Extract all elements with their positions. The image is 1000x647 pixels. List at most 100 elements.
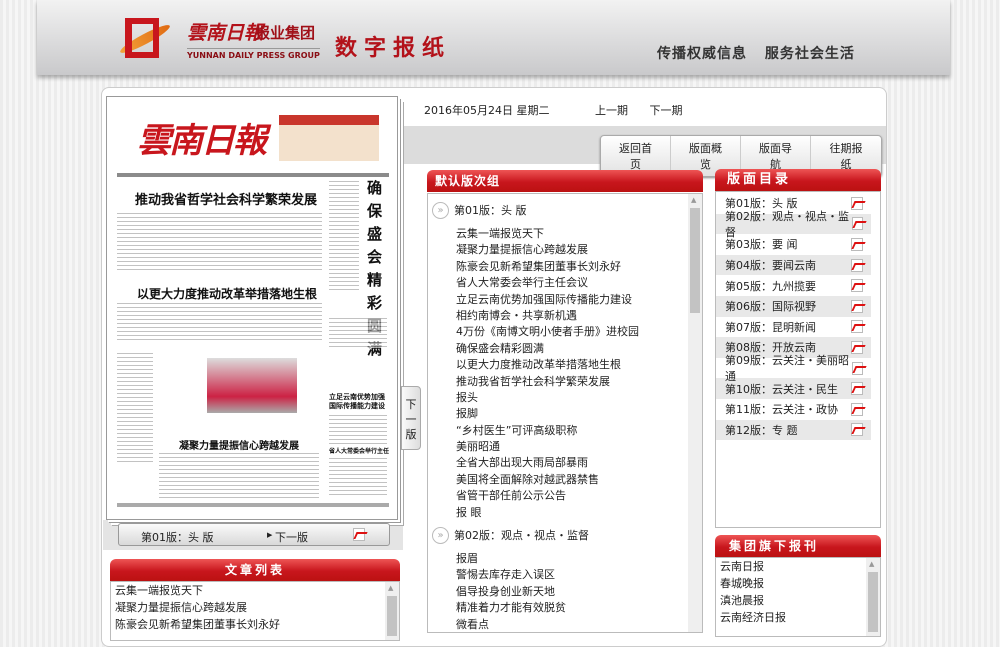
text-block bbox=[329, 181, 359, 291]
news-photo bbox=[207, 358, 297, 413]
current-page-label: 第01版：头 版 bbox=[141, 531, 214, 544]
page-index-item[interactable]: 第09版：云关注・美丽昭通 bbox=[716, 354, 871, 383]
newspaper-page-preview[interactable]: 雲南日報 推动我省哲学社会科学繁荣发展 以更大力度推动改革举措落地生根 确保盛会… bbox=[106, 96, 398, 520]
site-title: 数字报纸 bbox=[335, 35, 452, 61]
toolbar: 返回首页 版面概览 版面导航 往期报纸 bbox=[404, 126, 886, 177]
article-link[interactable]: 报 眼 bbox=[428, 505, 702, 521]
page-label: 第02版：观点・视点・监督 bbox=[725, 209, 849, 239]
group-papers-header: 集团旗下报刊 bbox=[715, 535, 881, 557]
next-page-tab[interactable]: 下一版 bbox=[401, 386, 421, 450]
page-label: 第07版：昆明新闻 bbox=[725, 320, 816, 334]
pdf-icon[interactable] bbox=[851, 382, 863, 396]
section-header[interactable]: » 第01版：头 版 bbox=[432, 200, 702, 220]
group-papers-list: 云南日报 春城晚报 滇池晨报 云南经济日报 ▲ bbox=[715, 557, 881, 637]
text-block bbox=[329, 318, 387, 348]
article-list-item[interactable]: 陈豪会见新希望集团董事长刘永好 bbox=[111, 616, 399, 633]
group-paper-link[interactable]: 春城晚报 bbox=[716, 575, 880, 592]
pdf-icon[interactable] bbox=[851, 299, 863, 313]
default-group-list: » 第01版：头 版云集一端报览天下 凝聚力量提振信心跨越发展 陈豪会见新希望集团董事… bbox=[427, 193, 703, 633]
group-paper-link[interactable]: 云南日报 bbox=[716, 558, 880, 575]
group-paper-link[interactable]: 滇池晨报 bbox=[716, 592, 880, 609]
site-header: 雲南日報 报业集团 YUNNAN DAILY PRESS GROUP 数字报纸 … bbox=[37, 0, 950, 75]
page-label: 第10版：云关注・民生 bbox=[725, 382, 838, 396]
article-link[interactable]: 省管干部任前公示公告 bbox=[428, 488, 702, 504]
article-list-item[interactable]: 云集一端报览天下 bbox=[111, 582, 399, 599]
pdf-icon[interactable] bbox=[851, 340, 863, 354]
scrollbar[interactable]: ▲ bbox=[385, 582, 399, 640]
page-index-item[interactable]: 第04版：要闻云南 bbox=[716, 254, 871, 276]
page-label: 第11版：云关注・政协 bbox=[725, 403, 838, 417]
masthead: 雲南日報 bbox=[137, 121, 267, 161]
page-label: 第04版：要闻云南 bbox=[725, 259, 816, 273]
article-link[interactable]: 陈豪会见新希望集团董事长刘永好 bbox=[428, 259, 702, 275]
text-block bbox=[117, 303, 322, 343]
article-link[interactable]: 全省大部出现大雨局部暴雨 bbox=[428, 455, 702, 471]
article-link[interactable]: 4万份《南博文明小使者手册》进校园 bbox=[428, 324, 702, 340]
logo-english: YUNNAN DAILY PRESS GROUP bbox=[187, 48, 320, 60]
article-link[interactable]: 相约南博会・共享新机遇 bbox=[428, 308, 702, 324]
article-link[interactable]: 美丽昭通 bbox=[428, 439, 702, 455]
pdf-icon[interactable] bbox=[851, 217, 863, 231]
page-bar: 第01版：头 版 ▶ 下一版 bbox=[118, 523, 390, 546]
article-link[interactable]: 推动我省哲学社会科学繁荣发展 bbox=[428, 374, 702, 390]
pdf-icon[interactable] bbox=[851, 320, 863, 334]
page-label: 第09版：云关注・美丽昭通 bbox=[725, 354, 849, 384]
article-link[interactable]: “乡村医生”可评高级职称 bbox=[428, 423, 702, 439]
issue-nav: 2016年05月24日 星期二 上一期 下一期 bbox=[424, 102, 713, 118]
page-label: 第03版：要 闻 bbox=[725, 238, 798, 252]
logo-name: 雲南日報 bbox=[187, 22, 264, 44]
play-icon: ▶ bbox=[267, 531, 273, 539]
article-link[interactable]: 确保盛会精彩圆满 bbox=[428, 341, 702, 357]
preview-headline[interactable]: 凝聚力量提振信心跨越发展 bbox=[179, 437, 299, 452]
preview-headline[interactable]: 推动我省哲学社会科学繁荣发展 bbox=[135, 189, 317, 208]
scrollbar[interactable]: ▲ bbox=[866, 558, 880, 636]
default-group-header: 默认版次组 bbox=[427, 170, 703, 192]
page-label: 第12版：专 题 bbox=[725, 423, 798, 437]
page-index-header: 版面目录 bbox=[715, 169, 881, 191]
article-list-header: 文章列表 bbox=[110, 559, 400, 581]
masthead-banner bbox=[279, 115, 379, 161]
article-link[interactable]: 倡导投身创业新天地 bbox=[428, 584, 702, 600]
pdf-icon[interactable] bbox=[851, 196, 863, 210]
pdf-icon[interactable] bbox=[851, 279, 863, 293]
group-paper-link[interactable]: 云南经济日报 bbox=[716, 609, 880, 626]
pdf-icon[interactable] bbox=[851, 258, 863, 272]
pdf-icon[interactable] bbox=[353, 528, 365, 541]
scrollbar[interactable]: ▲ bbox=[688, 194, 702, 632]
section-header[interactable]: » 第02版：观点・视点・监督 bbox=[432, 525, 702, 545]
preview-headline[interactable]: 以更大力度推动改革举措落地生根 bbox=[137, 285, 317, 302]
pdf-icon[interactable] bbox=[851, 237, 863, 251]
page-index-item[interactable]: 第05版：九州揽要 bbox=[716, 275, 871, 296]
article-link[interactable]: 报眉 bbox=[428, 551, 702, 567]
page-index-item[interactable]: 第11版：云关注・政协 bbox=[716, 399, 871, 420]
page-index-item[interactable]: 第06版：国际视野 bbox=[716, 295, 871, 317]
section-label: 第02版：观点・视点・监督 bbox=[454, 529, 589, 543]
pdf-icon[interactable] bbox=[851, 423, 863, 437]
page-label: 第06版：国际视野 bbox=[725, 300, 816, 314]
text-block bbox=[329, 458, 387, 498]
article-list-item[interactable]: 凝聚力量提振信心跨越发展 bbox=[111, 599, 399, 616]
preview-headline[interactable]: 立足云南优势加强国际传播能力建设 bbox=[329, 393, 389, 411]
article-link[interactable]: 警惕去库存走入误区 bbox=[428, 567, 702, 583]
article-link[interactable]: 报脚 bbox=[428, 406, 702, 422]
article-link[interactable]: 凝聚力量提振信心跨越发展 bbox=[428, 242, 702, 258]
preview-headline[interactable]: 省人大常委会举行主任会议 bbox=[329, 446, 389, 455]
page-index-item[interactable]: 第02版：观点・视点・监督 bbox=[716, 210, 871, 239]
article-link[interactable]: 立足云南优势加强国际传播能力建设 bbox=[428, 292, 702, 308]
article-link[interactable]: 报头 bbox=[428, 390, 702, 406]
article-link[interactable]: 精准着力才能有效脱贫 bbox=[428, 600, 702, 616]
pdf-icon[interactable] bbox=[851, 361, 863, 375]
article-link[interactable]: 微看点 bbox=[428, 617, 702, 632]
next-page-link[interactable]: 下一版 bbox=[275, 529, 308, 545]
page-index-item[interactable]: 第07版：昆明新闻 bbox=[716, 317, 871, 338]
article-link[interactable]: 美国将全面解除对越武器禁售 bbox=[428, 472, 702, 488]
page-index-item[interactable]: 第12版：专 题 bbox=[716, 419, 871, 441]
pdf-icon[interactable] bbox=[851, 402, 863, 416]
next-issue-link[interactable]: 下一期 bbox=[650, 104, 683, 117]
article-link[interactable]: 省人大常委会举行主任会议 bbox=[428, 275, 702, 291]
prev-issue-link[interactable]: 上一期 bbox=[595, 104, 628, 117]
article-link[interactable]: 云集一端报览天下 bbox=[428, 226, 702, 242]
double-chevron-icon: » bbox=[432, 526, 449, 544]
page-index-list: 第01版：头 版第02版：观点・视点・监督 第03版：要 闻第04版：要闻云南 第0… bbox=[715, 191, 881, 528]
article-link[interactable]: 以更大力度推动改革举措落地生根 bbox=[428, 357, 702, 373]
